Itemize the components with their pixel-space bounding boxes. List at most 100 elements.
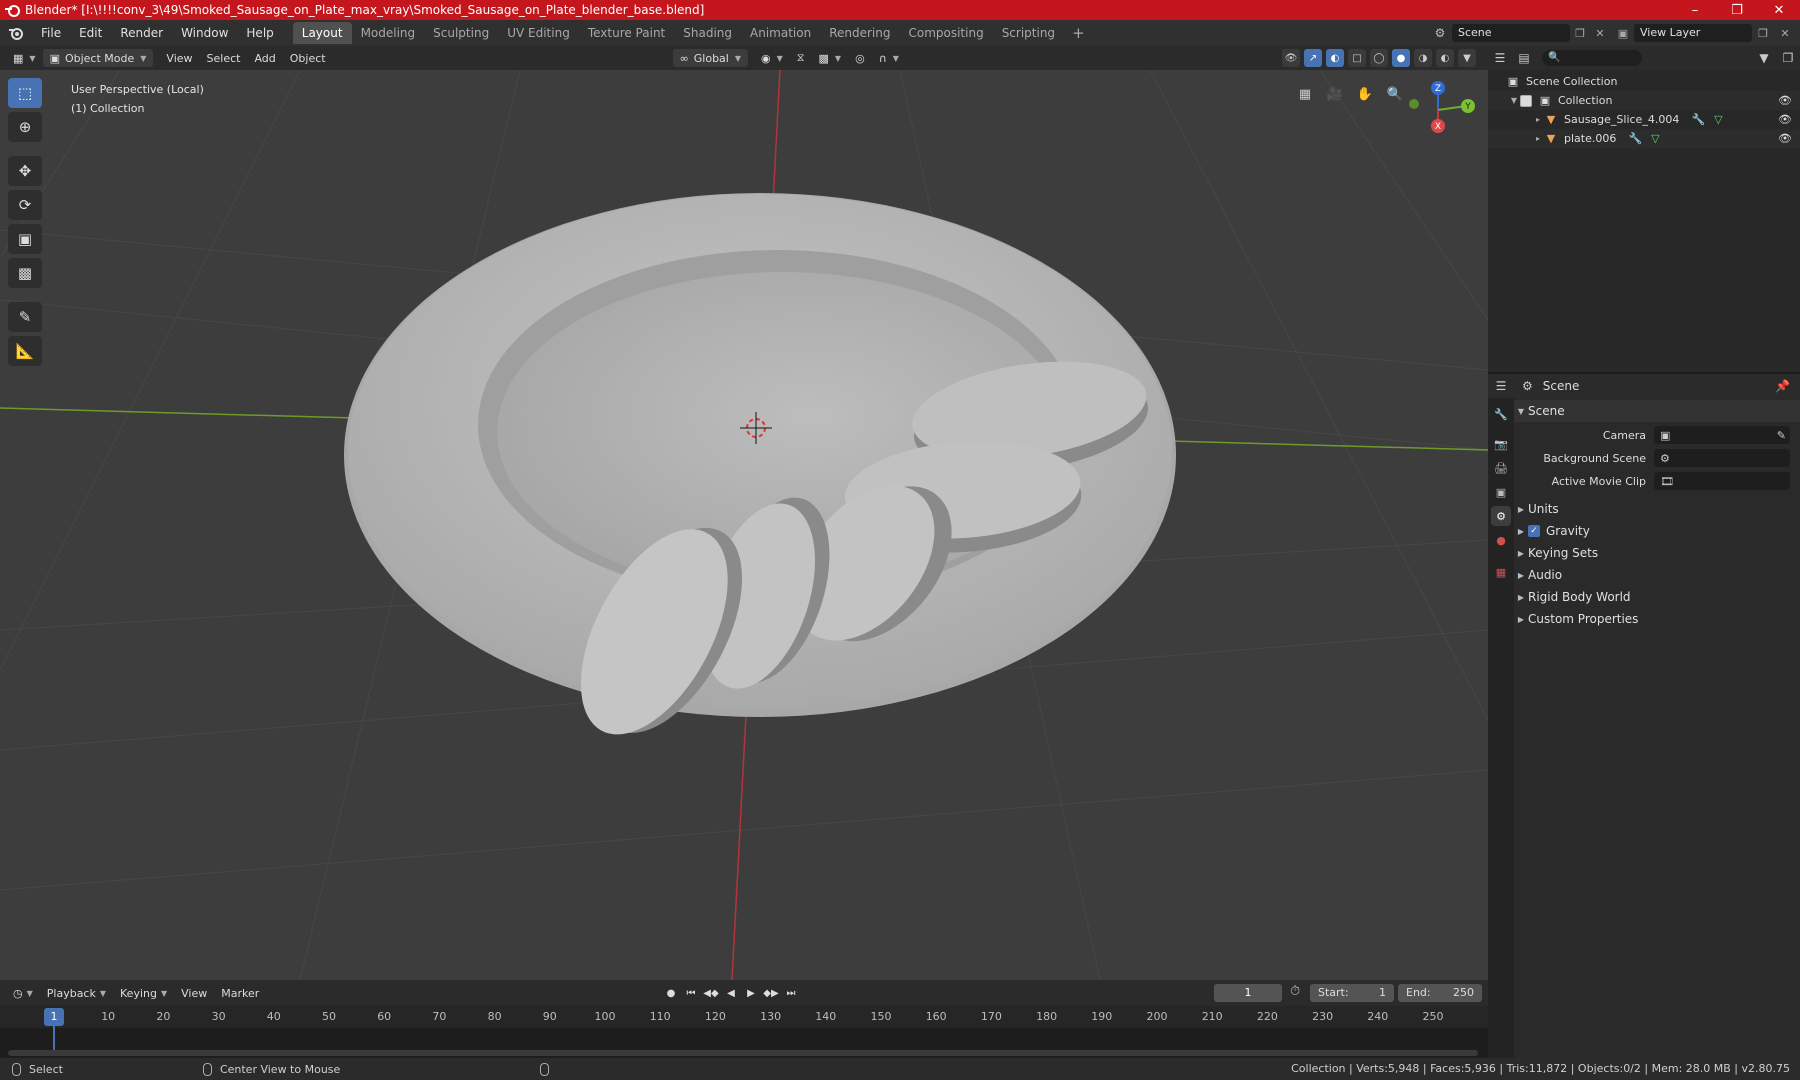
- display-mode-icon[interactable]: ▤: [1512, 51, 1536, 65]
- tab-texture-paint[interactable]: Texture Paint: [579, 22, 674, 44]
- delete-view-layer-icon[interactable]: ✕: [1774, 27, 1796, 40]
- timeline-scrollbar[interactable]: [8, 1050, 1478, 1056]
- menu-help[interactable]: Help: [237, 26, 282, 40]
- rendered-shading-icon[interactable]: ◐: [1436, 49, 1454, 67]
- menu-view[interactable]: View: [159, 49, 199, 67]
- record-icon[interactable]: ●: [662, 984, 680, 1002]
- tab-layout[interactable]: Layout: [292, 22, 352, 44]
- mesh-data-icon[interactable]: ▽: [1711, 113, 1725, 126]
- render-tab-icon[interactable]: 📷: [1491, 434, 1511, 454]
- material-shading-icon[interactable]: ◑: [1414, 49, 1432, 67]
- camera-view-icon[interactable]: 🎥: [1323, 82, 1347, 106]
- play-reverse-icon[interactable]: ◀: [722, 984, 740, 1002]
- scene-collection-row[interactable]: ▣ Scene Collection: [1488, 72, 1800, 91]
- xray-icon[interactable]: □: [1348, 49, 1366, 67]
- menu-object[interactable]: Object: [283, 49, 333, 67]
- timeline-body[interactable]: 10 20 30 40 50 60 70 80 90 100 110 120 130 140 150 160 1…: [0, 1006, 1488, 1058]
- modifier-wrench-icon[interactable]: 🔧: [1691, 113, 1705, 126]
- units-panel-header[interactable]: ▶ Units: [1514, 498, 1800, 520]
- frame-ruler[interactable]: 10 20 30 40 50 60 70 80 90 100 110 120 130 140 150 160 1…: [0, 1006, 1488, 1028]
- properties-editor-type-icon[interactable]: ☰: [1488, 379, 1514, 393]
- texture-tab-icon[interactable]: ▦: [1491, 562, 1511, 582]
- filter-icon[interactable]: ▼: [1752, 51, 1776, 65]
- outliner-search-input[interactable]: 🔍: [1542, 50, 1642, 66]
- annotate-tool-icon[interactable]: ✎: [8, 302, 42, 332]
- close-button[interactable]: ✕: [1758, 0, 1800, 20]
- camera-field[interactable]: ▣ ✎: [1654, 426, 1790, 444]
- modifier-wrench-icon[interactable]: 🔧: [1628, 132, 1643, 145]
- tab-compositing[interactable]: Compositing: [899, 22, 992, 44]
- end-frame-field[interactable]: End: 250: [1398, 984, 1482, 1002]
- add-workspace-button[interactable]: +: [1064, 24, 1093, 42]
- menu-marker[interactable]: Marker: [214, 987, 266, 1000]
- tab-modeling[interactable]: Modeling: [352, 22, 425, 44]
- pivot-point-button[interactable]: ◉ ▼: [754, 49, 790, 67]
- falloff-button[interactable]: ∩ ▼: [872, 49, 906, 67]
- snap-toggle-icon[interactable]: ⧖: [790, 49, 812, 67]
- blender-menu-icon[interactable]: [8, 25, 24, 41]
- wireframe-shading-icon[interactable]: ◯: [1370, 49, 1388, 67]
- movie-clip-field[interactable]: 🎞: [1654, 472, 1790, 490]
- delete-scene-icon[interactable]: ✕: [1590, 27, 1610, 40]
- menu-playback[interactable]: Playback ▼: [40, 987, 113, 1000]
- object-row-sausage[interactable]: ▸ ▼ Sausage_Slice_4.004 🔧 ▽ 👁: [1488, 110, 1800, 129]
- jump-start-icon[interactable]: ⏮: [682, 984, 700, 1002]
- navigation-gizmo[interactable]: Z Y X: [1388, 74, 1488, 154]
- new-scene-icon[interactable]: ❐: [1570, 27, 1590, 40]
- play-icon[interactable]: ▶: [742, 984, 760, 1002]
- view-layer-name-field[interactable]: View Layer: [1634, 24, 1752, 42]
- tab-shading[interactable]: Shading: [674, 22, 741, 44]
- menu-add[interactable]: Add: [247, 49, 282, 67]
- mesh-data-icon[interactable]: ▽: [1648, 132, 1662, 145]
- tab-uv-editing[interactable]: UV Editing: [498, 22, 579, 44]
- timeline-editor-type-button[interactable]: ◷ ▼: [6, 987, 40, 1000]
- view-layer-tab-icon[interactable]: ▣: [1491, 482, 1511, 502]
- audio-panel-header[interactable]: ▶ Audio: [1514, 564, 1800, 586]
- collection-row[interactable]: ▼ ▣ Collection 👁: [1488, 91, 1800, 110]
- eye-icon[interactable]: 👁: [1778, 94, 1792, 107]
- collapse-icon[interactable]: ▼: [1508, 96, 1520, 105]
- gravity-checkbox[interactable]: ✓: [1528, 525, 1540, 537]
- eyedropper-icon[interactable]: ✎: [1777, 429, 1786, 442]
- custom-properties-panel-header[interactable]: ▶ Custom Properties: [1514, 608, 1800, 630]
- new-collection-icon[interactable]: ❐: [1776, 51, 1800, 65]
- new-view-layer-icon[interactable]: ❐: [1752, 27, 1774, 40]
- rigid-body-panel-header[interactable]: ▶ Rigid Body World: [1514, 586, 1800, 608]
- measure-tool-icon[interactable]: 📐: [8, 336, 42, 366]
- select-box-tool-icon[interactable]: ⬚: [8, 78, 42, 108]
- preview-range-icon[interactable]: ⏱: [1290, 984, 1300, 999]
- orientation-dropdown[interactable]: ∞ Global ▼: [672, 49, 749, 67]
- keying-sets-panel-header[interactable]: ▶ Keying Sets: [1514, 542, 1800, 564]
- expand-icon[interactable]: ▸: [1532, 115, 1544, 124]
- tab-scripting[interactable]: Scripting: [993, 22, 1064, 44]
- prev-keyframe-icon[interactable]: ◀◆: [702, 984, 720, 1002]
- menu-file[interactable]: File: [32, 26, 70, 40]
- shading-options-icon[interactable]: ▼: [1458, 49, 1476, 67]
- solid-shading-icon[interactable]: ●: [1392, 49, 1410, 67]
- collection-checkbox[interactable]: [1520, 94, 1532, 107]
- transform-tool-icon[interactable]: ▩: [8, 258, 42, 288]
- scene-name-field[interactable]: Scene: [1452, 24, 1570, 42]
- 3d-viewport[interactable]: User Perspective (Local) (1) Collection …: [0, 70, 1488, 980]
- editor-type-button[interactable]: ▦ ▼: [6, 49, 43, 67]
- output-tab-icon[interactable]: 🖨: [1491, 458, 1511, 478]
- menu-window[interactable]: Window: [172, 26, 237, 40]
- menu-edit[interactable]: Edit: [70, 26, 111, 40]
- eye-icon[interactable]: 👁: [1778, 132, 1792, 145]
- jump-end-icon[interactable]: ⏭: [782, 984, 800, 1002]
- mode-dropdown[interactable]: ▣ Object Mode ▼: [42, 49, 154, 67]
- view-layer-selector[interactable]: ▣ View Layer ❐ ✕: [1612, 23, 1800, 43]
- proportional-edit-icon[interactable]: ◎: [848, 49, 872, 67]
- playhead[interactable]: 1: [44, 1008, 64, 1026]
- maximize-button[interactable]: ❐: [1716, 0, 1758, 20]
- menu-render[interactable]: Render: [111, 26, 172, 40]
- outliner-editor-type-icon[interactable]: ☰: [1488, 51, 1512, 65]
- scale-tool-icon[interactable]: ▣: [8, 224, 42, 254]
- eye-icon[interactable]: 👁: [1778, 113, 1792, 126]
- minimize-button[interactable]: –: [1674, 0, 1716, 20]
- expand-icon[interactable]: ▸: [1532, 134, 1544, 143]
- pin-icon[interactable]: 📌: [1775, 379, 1790, 393]
- toggle-camera-grid-icon[interactable]: ▦: [1293, 82, 1317, 106]
- gizmo-toggle-icon[interactable]: ↗: [1304, 49, 1322, 67]
- tab-sculpting[interactable]: Sculpting: [424, 22, 498, 44]
